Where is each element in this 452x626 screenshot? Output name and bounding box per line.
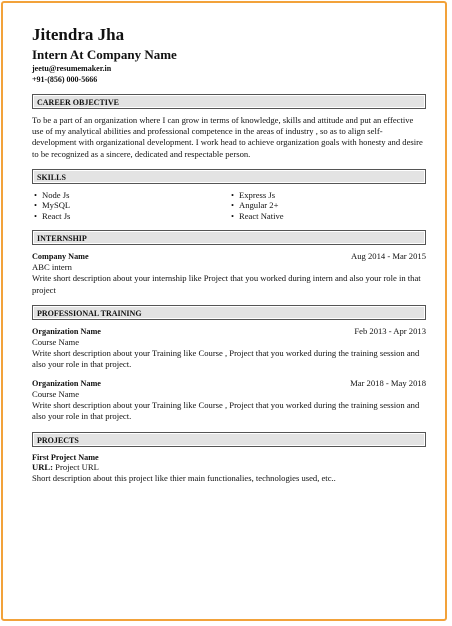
section-projects-heading: PROJECTS [32, 431, 426, 447]
training-entry: Organization Name Feb 2013 - Apr 2013 Co… [32, 326, 426, 370]
training-course: Course Name [32, 336, 80, 347]
training-entry: Organization Name Mar 2018 - May 2018 Co… [32, 378, 426, 422]
candidate-name: Jitendra Jha [32, 25, 125, 44]
training-course: Course Name [32, 389, 80, 400]
training-description: Write short description about your Train… [32, 347, 420, 369]
skill-item: React Native [229, 211, 426, 222]
project-url-line: URL: Project URL [32, 462, 426, 473]
skills-list: Node Js MySQL React Js Express Js Angula… [32, 190, 426, 222]
training-dates: Feb 2013 - Apr 2013 [354, 325, 426, 336]
section-career-objective-heading: CAREER OBJECTIVE [32, 94, 426, 109]
skill-item: Node Js [32, 190, 229, 201]
section-internship-heading: INTERNSHIP [32, 230, 426, 246]
email: jeetu@resumemaker.in [32, 64, 112, 73]
candidate-role: Intern At Company Name [32, 47, 177, 62]
project-description: Short description about this project lik… [32, 472, 336, 483]
training-dates: Mar 2018 - May 2018 [350, 378, 426, 389]
skill-item: React Js [32, 211, 229, 222]
project-entry: First Project Name URL: Project URL Shor… [32, 453, 426, 484]
phone: +91-(856) 000-5666 [32, 75, 98, 84]
internship-title: ABC intern [32, 262, 72, 273]
section-skills-heading: SKILLS [32, 168, 426, 184]
career-objective-text: To be a part of an organization where I … [32, 115, 423, 159]
internship-description: Write short description about your inter… [32, 273, 421, 295]
training-organization: Organization Name [32, 326, 101, 336]
skills-column-2: Express Js Angular 2+ React Native [229, 190, 426, 222]
project-url[interactable]: Project URL [55, 462, 99, 472]
section-training-heading: PROFESSIONAL TRAINING [32, 304, 426, 320]
internship-entry: Company Name Aug 2014 - Mar 2015 ABC int… [32, 251, 426, 295]
project-url-label: URL: [32, 461, 54, 472]
internship-company: Company Name [32, 252, 89, 262]
skills-column-1: Node Js MySQL React Js [32, 190, 229, 222]
skill-item: Angular 2+ [229, 200, 426, 211]
skill-item: Express Js [229, 190, 426, 201]
resume-content: Jitendra Jha Intern At Company Name jeet… [32, 25, 426, 492]
skill-item: MySQL [32, 200, 229, 211]
internship-dates: Aug 2014 - Mar 2015 [351, 251, 426, 262]
project-name: First Project Name [32, 452, 99, 462]
training-description: Write short description about your Train… [32, 400, 420, 422]
resume-page: Jitendra Jha Intern At Company Name jeet… [1, 1, 447, 621]
training-organization: Organization Name [32, 379, 101, 389]
